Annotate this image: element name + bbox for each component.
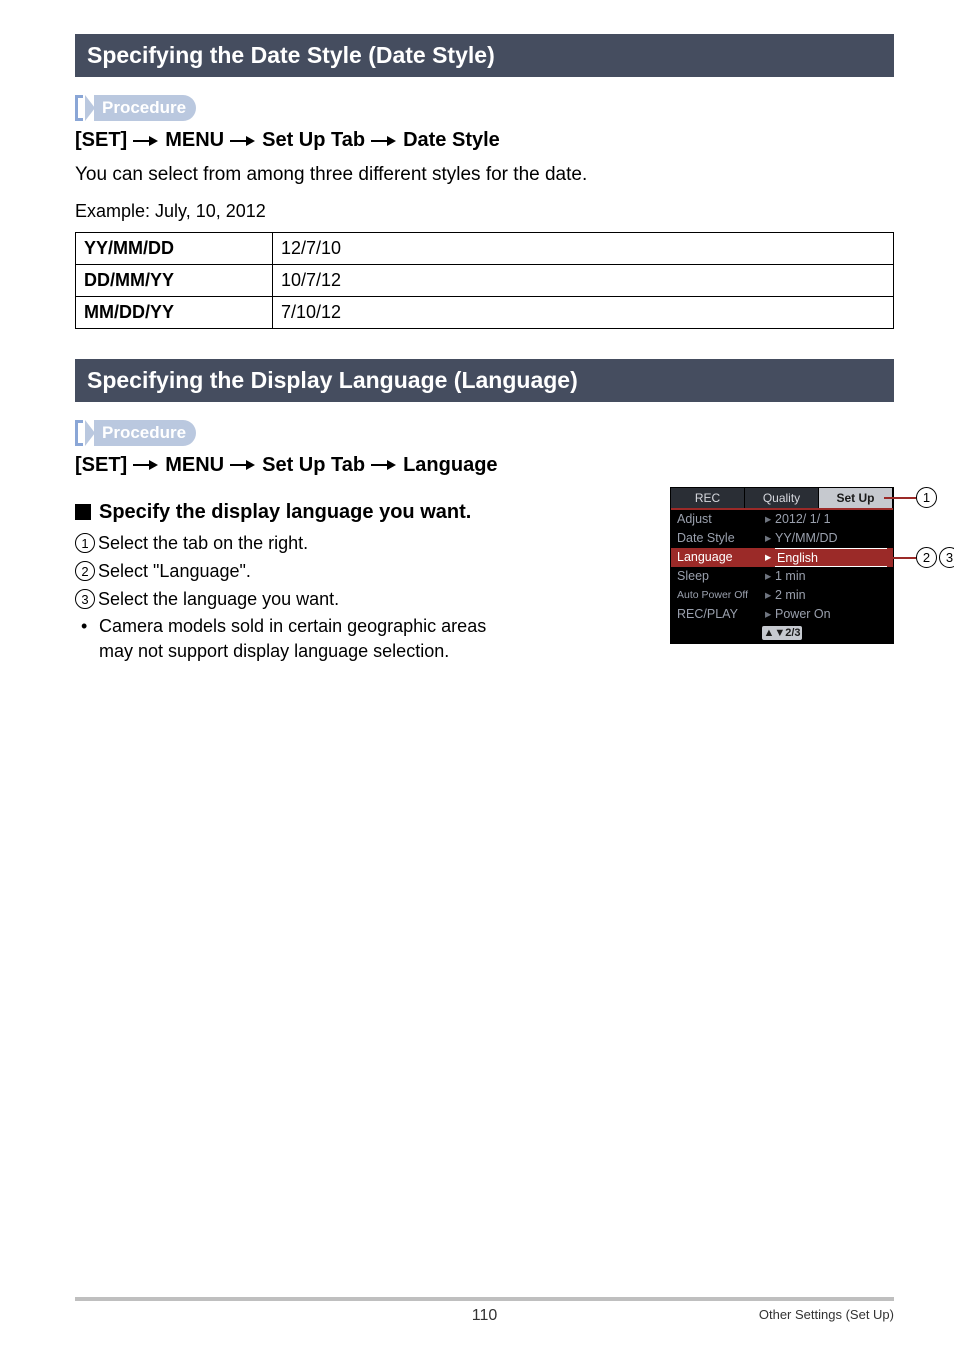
note-line1: Camera models sold in certain geographic…	[99, 616, 486, 636]
table-row: MM/DD/YY 7/10/12	[76, 296, 894, 328]
note-bullet: • Camera models sold in certain geograph…	[75, 614, 652, 664]
arrow-right-icon	[371, 459, 397, 471]
section1-example: Example: July, 10, 2012	[75, 201, 894, 222]
section1-desc: You can select from among three differen…	[75, 162, 894, 189]
step-3: 3Select the language you want.	[75, 586, 652, 612]
table-row: YY/MM/DD 12/7/10	[76, 232, 894, 264]
camera-tabs: REC Quality Set Up	[671, 488, 893, 508]
cam-label: Sleep	[677, 567, 765, 586]
cam-row-adjust: Adjust ▸ 2012/ 1/ 1	[671, 510, 893, 529]
procedure-row-2: Procedure	[75, 420, 894, 446]
bc1-part0: [SET]	[75, 129, 127, 152]
procedure-bracket-icon	[75, 420, 83, 446]
procedure-bracket-icon	[75, 95, 83, 121]
cam-value: Power On	[775, 605, 887, 624]
cam-value: 2 min	[775, 586, 887, 605]
footer-left-spacer	[75, 1307, 348, 1325]
arrow-right-icon	[230, 459, 256, 471]
step-3-text: Select the language you want.	[98, 589, 339, 609]
arrow-right-icon	[371, 135, 397, 147]
step-1-text: Select the tab on the right.	[98, 533, 308, 553]
caret-right-icon: ▸	[765, 548, 775, 567]
circled-1-icon: 1	[75, 533, 95, 553]
step-2-text: Select "Language".	[98, 561, 251, 581]
page-footer: 110 Other Settings (Set Up)	[75, 1297, 894, 1325]
camera-menu: REC Quality Set Up Adjust ▸ 2012/ 1/ 1 D…	[670, 487, 894, 644]
callout-circled-2-icon: 2	[916, 547, 937, 568]
camera-screenshot: REC Quality Set Up Adjust ▸ 2012/ 1/ 1 D…	[670, 487, 894, 644]
procedure-label-1: Procedure	[94, 95, 196, 121]
camera-tab-quality: Quality	[745, 488, 819, 508]
subheading-row: Specify the display language you want.	[75, 501, 652, 524]
cam-label: REC/PLAY	[677, 605, 765, 624]
caret-right-icon: ▸	[765, 567, 775, 586]
arrow-right-icon	[230, 135, 256, 147]
cam-row-language: Language ▸ English	[671, 548, 893, 567]
bc2-part3: Language	[403, 454, 497, 477]
cam-value: 1 min	[775, 567, 887, 586]
cam-row-datestyle: Date Style ▸ YY/MM/DD	[671, 529, 893, 548]
callout-circled-1-icon: 1	[916, 487, 937, 508]
circled-2-icon: 2	[75, 561, 95, 581]
camera-tab-setup: Set Up	[819, 488, 893, 508]
cam-row-recplay: REC/PLAY ▸ Power On	[671, 605, 893, 624]
callout-line-1	[884, 497, 916, 499]
cam-value: YY/MM/DD	[775, 529, 887, 548]
section1-title: Specifying the Date Style (Date Style)	[75, 34, 894, 77]
caret-right-icon: ▸	[765, 605, 775, 624]
cam-row-autopoweroff: Auto Power Off ▸ 2 min	[671, 586, 893, 605]
fmt-cell: DD/MM/YY	[76, 264, 273, 296]
cam-value: 2012/ 1/ 1	[775, 510, 887, 529]
step-1: 1Select the tab on the right.	[75, 530, 652, 556]
bc1-part3: Date Style	[403, 129, 500, 152]
val-cell: 10/7/12	[273, 264, 894, 296]
cam-label: Language	[677, 548, 765, 567]
note-line2: may not support display language selecti…	[99, 639, 652, 664]
caret-right-icon: ▸	[765, 529, 775, 548]
callout-line-23	[884, 557, 916, 559]
page-number: 110	[348, 1307, 621, 1325]
caret-right-icon: ▸	[765, 510, 775, 529]
fmt-cell: MM/DD/YY	[76, 296, 273, 328]
val-cell: 12/7/10	[273, 232, 894, 264]
cam-label: Adjust	[677, 510, 765, 529]
arrow-right-icon	[133, 459, 159, 471]
callout-circled-3-icon: 3	[939, 547, 954, 568]
fmt-cell: YY/MM/DD	[76, 232, 273, 264]
step-2: 2Select "Language".	[75, 558, 652, 584]
left-column: Specify the display language you want. 1…	[75, 487, 652, 667]
two-col-layout: Specify the display language you want. 1…	[75, 487, 894, 667]
cam-row-sleep: Sleep ▸ 1 min	[671, 567, 893, 586]
caret-right-icon: ▸	[765, 586, 775, 605]
arrow-right-icon	[133, 135, 159, 147]
page: Specifying the Date Style (Date Style) P…	[0, 0, 954, 1357]
bc1-part1: MENU	[165, 129, 224, 152]
footer-divider	[75, 1297, 894, 1301]
bc2-part1: MENU	[165, 454, 224, 477]
table-row: DD/MM/YY 10/7/12	[76, 264, 894, 296]
bc1-part2: Set Up Tab	[262, 129, 365, 152]
circled-3-icon: 3	[75, 589, 95, 609]
val-cell: 7/10/12	[273, 296, 894, 328]
bullet-dot-icon: •	[81, 614, 87, 639]
cam-label: Date Style	[677, 529, 765, 548]
breadcrumb-2: [SET] MENU Set Up Tab Language	[75, 454, 894, 477]
procedure-row-1: Procedure	[75, 95, 894, 121]
bc2-part0: [SET]	[75, 454, 127, 477]
cam-label: Auto Power Off	[677, 586, 765, 605]
subheading-text: Specify the display language you want.	[99, 501, 471, 524]
square-bullet-icon	[75, 504, 91, 520]
footer-row: 110 Other Settings (Set Up)	[75, 1307, 894, 1325]
procedure-label-2: Procedure	[94, 420, 196, 446]
section2-title: Specifying the Display Language (Languag…	[75, 359, 894, 402]
bc2-part2: Set Up Tab	[262, 454, 365, 477]
cam-value: English	[775, 548, 887, 567]
date-format-table: YY/MM/DD 12/7/10 DD/MM/YY 10/7/12 MM/DD/…	[75, 232, 894, 329]
breadcrumb-1: [SET] MENU Set Up Tab Date Style	[75, 129, 894, 152]
cam-page-indicator: ▲▼2/3	[762, 626, 802, 640]
camera-tab-rec: REC	[671, 488, 745, 508]
footer-section-name: Other Settings (Set Up)	[621, 1307, 894, 1325]
